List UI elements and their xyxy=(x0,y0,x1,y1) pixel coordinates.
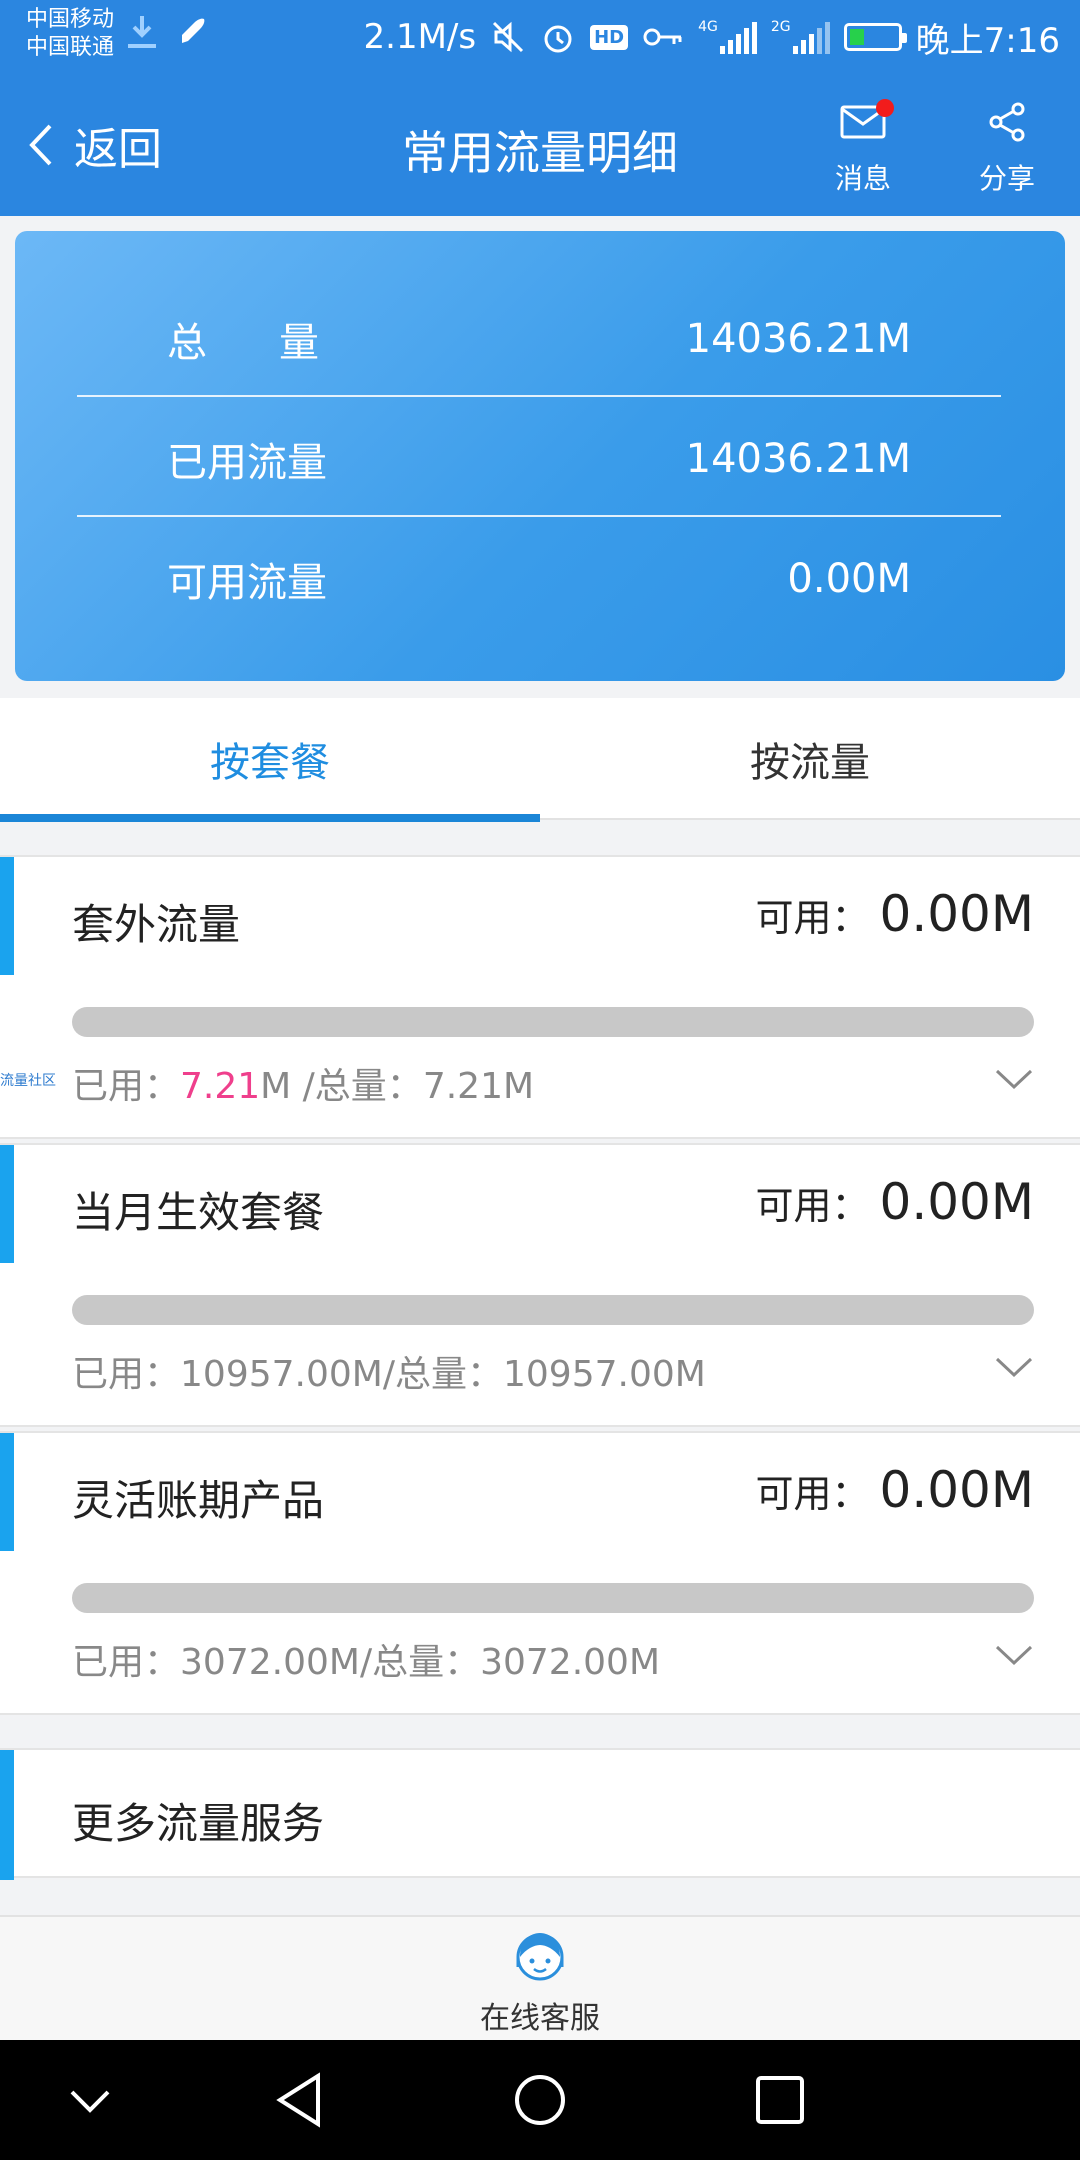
usage-progress-bar xyxy=(72,1583,1034,1613)
status-bar: 中国移动 中国联通 2.1M/s HD 4G 2G 晚上7:16 xyxy=(0,0,1080,75)
alarm-icon xyxy=(544,25,572,53)
page-title: 常用流量明细 xyxy=(402,126,678,180)
battery-icon xyxy=(843,23,907,51)
messages-label: 消息 xyxy=(834,162,891,195)
recents-square-icon[interactable] xyxy=(752,2070,808,2130)
summary-value: 0.00M xyxy=(787,556,911,602)
package-name: 套外流量 xyxy=(72,900,241,949)
summary-value: 14036.21M xyxy=(685,316,911,362)
data-summary-card: 总量 14036.21M 已用流量 14036.21M 可用流量 0.00M xyxy=(15,231,1065,681)
share-label: 分享 xyxy=(978,162,1035,195)
summary-row-available: 可用流量 0.00M xyxy=(77,519,1001,639)
rocket-icon xyxy=(182,18,205,43)
divider xyxy=(77,515,1001,517)
package-available: 可用： 0.00M xyxy=(755,1461,1034,1519)
signal-2g: 2G xyxy=(771,20,830,54)
summary-row-used: 已用流量 14036.21M xyxy=(77,399,1001,519)
carrier-1: 中国移动 xyxy=(26,7,115,32)
chevron-down-icon[interactable] xyxy=(994,1067,1034,1091)
chevron-down-icon[interactable] xyxy=(994,1355,1034,1379)
online-service-button[interactable]: 在线客服 xyxy=(0,1915,1080,2040)
package-usage-text: 已用：3072.00M/总量：3072.00M xyxy=(72,1642,661,1683)
home-circle-icon[interactable] xyxy=(510,2070,570,2130)
accent-bar xyxy=(0,1145,14,1263)
summary-value: 14036.21M xyxy=(685,436,911,482)
package-usage-text: 已用：7.21M /总量：7.21M xyxy=(72,1066,535,1107)
package-name: 灵活账期产品 xyxy=(72,1476,325,1525)
download-icon xyxy=(128,16,156,48)
share-button[interactable]: 分享 xyxy=(952,93,1062,197)
mute-icon xyxy=(493,21,524,53)
divider xyxy=(77,395,1001,397)
summary-label: 已用流量 xyxy=(167,440,327,486)
package-name: 当月生效套餐 xyxy=(72,1188,325,1237)
more-data-services[interactable]: 更多流量服务 xyxy=(0,1748,1080,1880)
package-card[interactable]: 灵活账期产品 可用： 0.00M 已用：3072.00M/总量：3072.00M xyxy=(0,1431,1080,1715)
back-triangle-icon[interactable] xyxy=(272,2070,328,2130)
nav-bar: 返回 常用流量明细 消息 分享 xyxy=(0,75,1080,216)
signal-bars-icon xyxy=(719,20,757,54)
chevron-down-icon[interactable] xyxy=(68,2070,112,2130)
package-available: 可用： 0.00M xyxy=(755,1173,1034,1231)
carrier-2: 中国联通 xyxy=(26,35,115,60)
carrier-names: 中国移动 中国联通 xyxy=(26,6,114,62)
accent-bar xyxy=(0,1433,14,1551)
unread-badge xyxy=(876,99,894,117)
accent-bar xyxy=(0,857,14,975)
package-card[interactable]: 套外流量 可用： 0.00M 已用：7.21M /总量：7.21M xyxy=(0,855,1080,1139)
network-speed: 2.1M/s xyxy=(363,17,477,57)
usage-progress-bar xyxy=(72,1295,1034,1325)
messages-button[interactable]: 消息 xyxy=(808,93,918,197)
usage-progress-bar xyxy=(72,1007,1034,1037)
tab-bar: 按套餐 按流量 xyxy=(0,698,1080,822)
summary-row-total: 总量 14036.21M xyxy=(77,279,1001,399)
tab-by-package[interactable]: 按套餐 xyxy=(0,698,540,822)
summary-label: 总量 xyxy=(167,320,391,366)
key-icon xyxy=(643,28,682,46)
signal-4g: 4G xyxy=(698,20,757,54)
share-icon xyxy=(989,102,1025,142)
more-services-label: 更多流量服务 xyxy=(72,1799,325,1848)
accent-bar xyxy=(0,1750,14,1880)
watermark-text: 流量社区 xyxy=(0,1073,56,1089)
clock: 晚上7:16 xyxy=(915,20,1060,61)
package-available: 可用： 0.00M xyxy=(755,885,1034,943)
hd-icon: HD xyxy=(590,24,629,50)
system-nav-bar xyxy=(0,2040,1080,2160)
summary-label: 可用流量 xyxy=(167,560,327,606)
signal-bars-icon xyxy=(792,20,830,54)
online-service-label: 在线客服 xyxy=(480,2001,600,2036)
chevron-down-icon[interactable] xyxy=(994,1643,1034,1667)
tab-by-data[interactable]: 按流量 xyxy=(540,698,1080,820)
package-card[interactable]: 当月生效套餐 可用： 0.00M 已用：10957.00M/总量：10957.0… xyxy=(0,1143,1080,1427)
customer-service-icon xyxy=(516,1933,564,1981)
tab-active-indicator xyxy=(0,814,540,822)
package-usage-text: 已用：10957.00M/总量：10957.00M xyxy=(72,1354,706,1395)
